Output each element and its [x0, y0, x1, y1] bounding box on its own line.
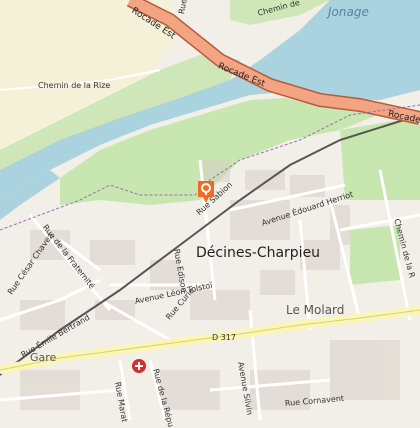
road-label-d317: D 317 — [212, 333, 236, 342]
map[interactable]: Jonage Rocade Est Rocade Est Rocade Est … — [0, 0, 420, 428]
station-label: Gare — [30, 351, 57, 364]
pharmacy-cross-icon[interactable] — [132, 359, 146, 373]
map-canvas — [0, 0, 420, 420]
road-label-chemin-rize: Chemin de la Rize — [38, 81, 111, 90]
water-label: Jonage — [328, 5, 369, 19]
location-pin-icon[interactable] — [197, 180, 215, 204]
city-label: Décines-Charpieu — [196, 245, 321, 261]
district-label: Le Molard — [286, 303, 345, 317]
